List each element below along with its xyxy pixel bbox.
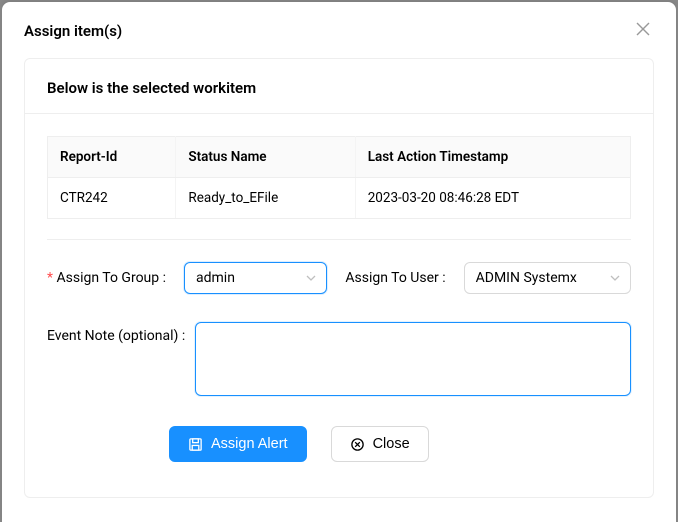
modal-backdrop: Assign item(s) Below is the selected wor… bbox=[0, 0, 678, 522]
table-header-row: Report-Id Status Name Last Action Timest… bbox=[48, 137, 631, 178]
button-row: Assign Alert Close bbox=[47, 426, 631, 462]
workitem-table: Report-Id Status Name Last Action Timest… bbox=[47, 136, 631, 219]
col-status-name: Status Name bbox=[176, 137, 355, 178]
event-note-input[interactable] bbox=[195, 322, 631, 396]
assign-group-select[interactable]: admin bbox=[184, 262, 327, 294]
close-icon[interactable] bbox=[632, 20, 654, 42]
cell-report-id: CTR242 bbox=[48, 178, 176, 219]
assign-user-select[interactable]: ADMIN Systemx bbox=[464, 262, 631, 294]
close-button-label: Close bbox=[373, 436, 410, 452]
modal-header: Assign item(s) bbox=[2, 2, 676, 58]
assign-group-label: Assign To Group : bbox=[47, 270, 166, 286]
assign-group-value: admin bbox=[196, 270, 235, 286]
panel-body: Report-Id Status Name Last Action Timest… bbox=[25, 128, 653, 484]
divider bbox=[25, 113, 653, 114]
modal-title: Assign item(s) bbox=[24, 22, 122, 40]
chevron-down-icon bbox=[610, 273, 620, 283]
assign-alert-button[interactable]: Assign Alert bbox=[169, 426, 307, 462]
event-note-row: Event Note (optional) : bbox=[47, 322, 631, 396]
cell-timestamp: 2023-03-20 08:46:28 EDT bbox=[355, 178, 630, 219]
panel: Below is the selected workitem Report-Id… bbox=[24, 58, 654, 498]
col-report-id: Report-Id bbox=[48, 137, 176, 178]
table-row: CTR242 Ready_to_EFile 2023-03-20 08:46:2… bbox=[48, 178, 631, 219]
chevron-down-icon bbox=[306, 273, 316, 283]
assign-row: Assign To Group : admin Assign To User :… bbox=[47, 262, 631, 294]
save-icon bbox=[188, 437, 203, 452]
close-button[interactable]: Close bbox=[331, 426, 429, 462]
event-note-label: Event Note (optional) : bbox=[47, 322, 185, 344]
divider bbox=[47, 239, 631, 240]
assign-user-value: ADMIN Systemx bbox=[476, 270, 577, 286]
cell-status-name: Ready_to_EFile bbox=[176, 178, 355, 219]
assign-modal: Assign item(s) Below is the selected wor… bbox=[2, 2, 676, 522]
panel-subtitle: Below is the selected workitem bbox=[25, 59, 653, 113]
close-circle-icon bbox=[350, 437, 365, 452]
assign-alert-label: Assign Alert bbox=[211, 436, 288, 452]
assign-user-label: Assign To User : bbox=[345, 270, 445, 286]
col-timestamp: Last Action Timestamp bbox=[355, 137, 630, 178]
